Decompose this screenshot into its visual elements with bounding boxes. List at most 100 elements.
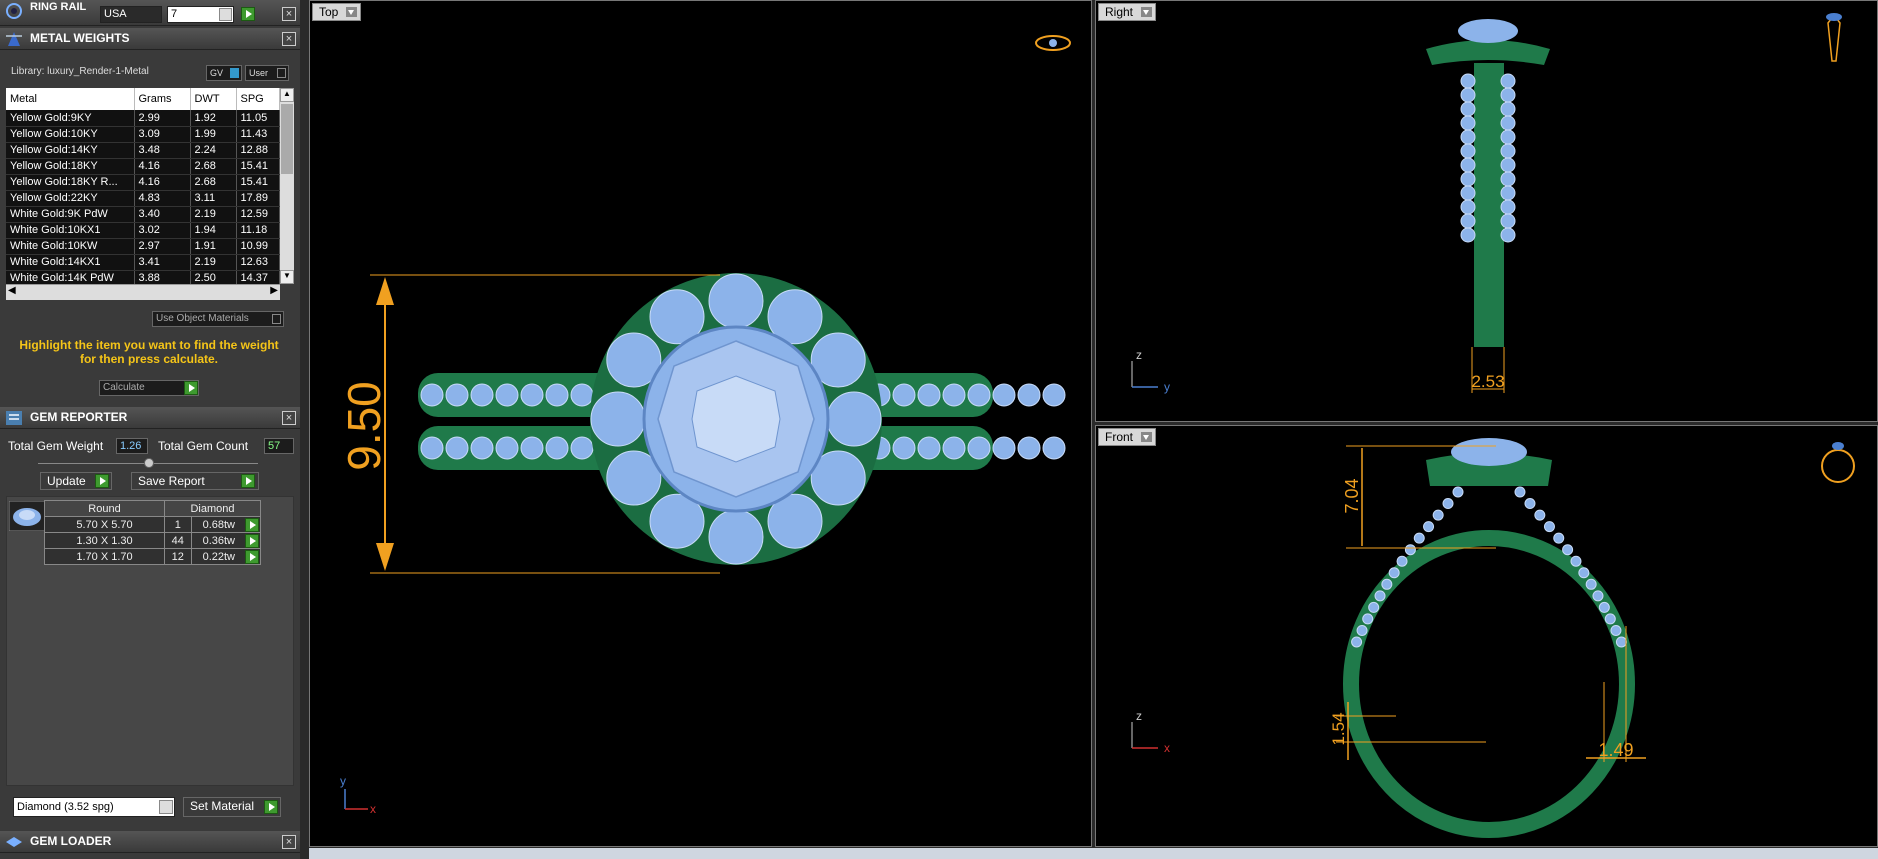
user-toggle[interactable]: User xyxy=(245,65,289,81)
gv-toggle[interactable]: GV xyxy=(206,65,242,81)
table-cell: 17.89 xyxy=(236,190,280,207)
dimension-front-width-label: 1.49 xyxy=(1598,740,1633,760)
chevron-down-icon[interactable] xyxy=(219,8,232,21)
ring-size-value: 7 xyxy=(171,8,178,20)
status-strip xyxy=(309,848,1878,859)
total-gem-count-label: Total Gem Count xyxy=(158,439,249,453)
toggle-indicator-icon xyxy=(277,68,286,78)
scroll-thumb[interactable] xyxy=(281,104,293,174)
chevron-down-icon[interactable] xyxy=(159,800,173,814)
table-cell: 15.41 xyxy=(236,174,280,191)
table-cell: Yellow Gold:9KY xyxy=(6,110,135,127)
close-icon[interactable]: × xyxy=(282,32,296,46)
scroll-down-icon[interactable]: ▼ xyxy=(280,270,294,284)
front-stones xyxy=(1351,486,1627,648)
scroll-left-icon[interactable]: ◀ xyxy=(8,285,16,296)
accent-stone xyxy=(545,383,569,407)
table-row[interactable]: White Gold:10KX1 3.02 1.94 11.18 xyxy=(6,222,280,239)
table-header-row: Metal Grams DWT SPG xyxy=(6,88,280,110)
gem-row[interactable]: 1.30 X 1.30 44 0.36tw xyxy=(44,532,262,549)
gem-row-go-icon[interactable] xyxy=(245,518,259,532)
dimension-right-label: 2.53 xyxy=(1471,372,1504,391)
column-header[interactable]: Grams xyxy=(134,88,191,110)
table-row[interactable]: Yellow Gold:10KY 3.09 1.99 11.43 xyxy=(6,126,280,143)
top-view-canvas: 9.50 y x xyxy=(338,35,1071,816)
side-stone xyxy=(1500,115,1516,131)
gem-cell: 1.30 X 1.30 xyxy=(44,532,165,549)
center-stone-side xyxy=(1458,19,1518,43)
front-stone xyxy=(1598,601,1610,613)
accent-stone xyxy=(967,383,991,407)
table-cell: 2.68 xyxy=(190,174,237,191)
table-row[interactable]: Yellow Gold:18KY 4.16 2.68 15.41 xyxy=(6,158,280,175)
side-stone xyxy=(1460,143,1476,159)
column-header[interactable]: Metal xyxy=(6,88,135,110)
close-icon[interactable]: × xyxy=(282,7,296,21)
table-row[interactable]: Yellow Gold:14KY 3.48 2.24 12.88 xyxy=(6,142,280,159)
table-cell: Yellow Gold:18KY R... xyxy=(6,174,135,191)
table-cell: Yellow Gold:22KY xyxy=(6,190,135,207)
table-cell: 2.19 xyxy=(190,254,237,271)
gem-cell: 12 xyxy=(164,548,192,565)
table-row[interactable]: Yellow Gold:22KY 4.83 3.11 17.89 xyxy=(6,190,280,207)
instruction-text: Highlight the item you want to find the … xyxy=(19,338,279,366)
scroll-up-icon[interactable]: ▲ xyxy=(280,88,294,102)
ring-rail-go-button[interactable] xyxy=(241,7,255,21)
gem-row[interactable]: 5.70 X 5.70 1 0.68tw xyxy=(44,516,262,533)
side-stone xyxy=(1500,171,1516,187)
slider-handle[interactable] xyxy=(144,458,154,468)
table-cell: Yellow Gold:18KY xyxy=(6,158,135,175)
gem-row-go-icon[interactable] xyxy=(245,534,259,548)
axis-z-label: z xyxy=(1136,709,1142,723)
front-stone xyxy=(1578,567,1590,579)
table-cell: 2.99 xyxy=(134,110,191,127)
gem-row-go-icon[interactable] xyxy=(245,550,259,564)
save-report-go-icon[interactable] xyxy=(241,474,255,488)
set-material-go-icon[interactable] xyxy=(264,800,278,814)
column-header[interactable]: SPG xyxy=(236,88,280,110)
ring-size-select[interactable]: 7 xyxy=(167,6,234,23)
viewport-front[interactable]: Front 7.04 1.54 1.49 z x xyxy=(1095,425,1878,847)
vertical-scrollbar[interactable]: ▲ ▼ xyxy=(280,88,294,284)
save-report-button[interactable]: Save Report xyxy=(131,472,259,490)
material-select[interactable]: Diamond (3.52 spg) xyxy=(13,797,175,817)
table-cell: 1.92 xyxy=(190,110,237,127)
halo-stone xyxy=(826,391,882,447)
front-stone xyxy=(1604,613,1616,625)
gem-row[interactable]: 1.70 X 1.70 12 0.22tw xyxy=(44,548,262,565)
viewport-right[interactable]: Right 2.53 z y xyxy=(1095,0,1878,422)
table-row[interactable]: White Gold:9K PdW 3.40 2.19 12.59 xyxy=(6,206,280,223)
accent-stone xyxy=(520,436,544,460)
scroll-right-icon[interactable]: ▶ xyxy=(270,285,278,296)
calculate-go-icon[interactable] xyxy=(184,381,198,395)
table-row[interactable]: White Gold:14K PdW 3.88 2.50 14.37 xyxy=(6,270,280,284)
use-object-materials-toggle[interactable]: Use Object Materials xyxy=(152,311,284,327)
gem-cell: 0.68tw xyxy=(190,516,262,533)
table-row[interactable]: Yellow Gold:18KY R... 4.16 2.68 15.41 xyxy=(6,174,280,191)
table-row[interactable]: White Gold:10KW 2.97 1.91 10.99 xyxy=(6,238,280,255)
metal-weights-title: METAL WEIGHTS xyxy=(30,31,130,45)
close-icon[interactable]: × xyxy=(282,411,296,425)
front-stone xyxy=(1423,521,1435,533)
accent-stone xyxy=(1017,383,1041,407)
column-header[interactable]: DWT xyxy=(190,88,237,110)
table-cell: Yellow Gold:14KY xyxy=(6,142,135,159)
table-cell: White Gold:10KW xyxy=(6,238,135,255)
table-row[interactable]: White Gold:14KX1 3.41 2.19 12.63 xyxy=(6,254,280,271)
front-stone xyxy=(1351,636,1363,648)
horizontal-scrollbar[interactable]: ◀ ▶ xyxy=(6,284,280,300)
ring-rail-title: RING RAIL xyxy=(30,1,87,13)
gem-type-header: Diamond xyxy=(164,500,261,517)
country-select[interactable]: USA xyxy=(100,6,162,23)
viewport-top[interactable]: Top 9.50 y x xyxy=(309,0,1092,847)
side-stone xyxy=(1500,129,1516,145)
side-stone xyxy=(1460,227,1476,243)
update-go-icon[interactable] xyxy=(95,474,109,488)
table-cell: 4.16 xyxy=(134,174,191,191)
accent-stone xyxy=(495,383,519,407)
side-stone xyxy=(1460,157,1476,173)
front-stone xyxy=(1534,509,1546,521)
close-icon[interactable]: × xyxy=(282,835,296,849)
table-row[interactable]: Yellow Gold:9KY 2.99 1.92 11.05 xyxy=(6,110,280,127)
side-stone xyxy=(1500,87,1516,103)
